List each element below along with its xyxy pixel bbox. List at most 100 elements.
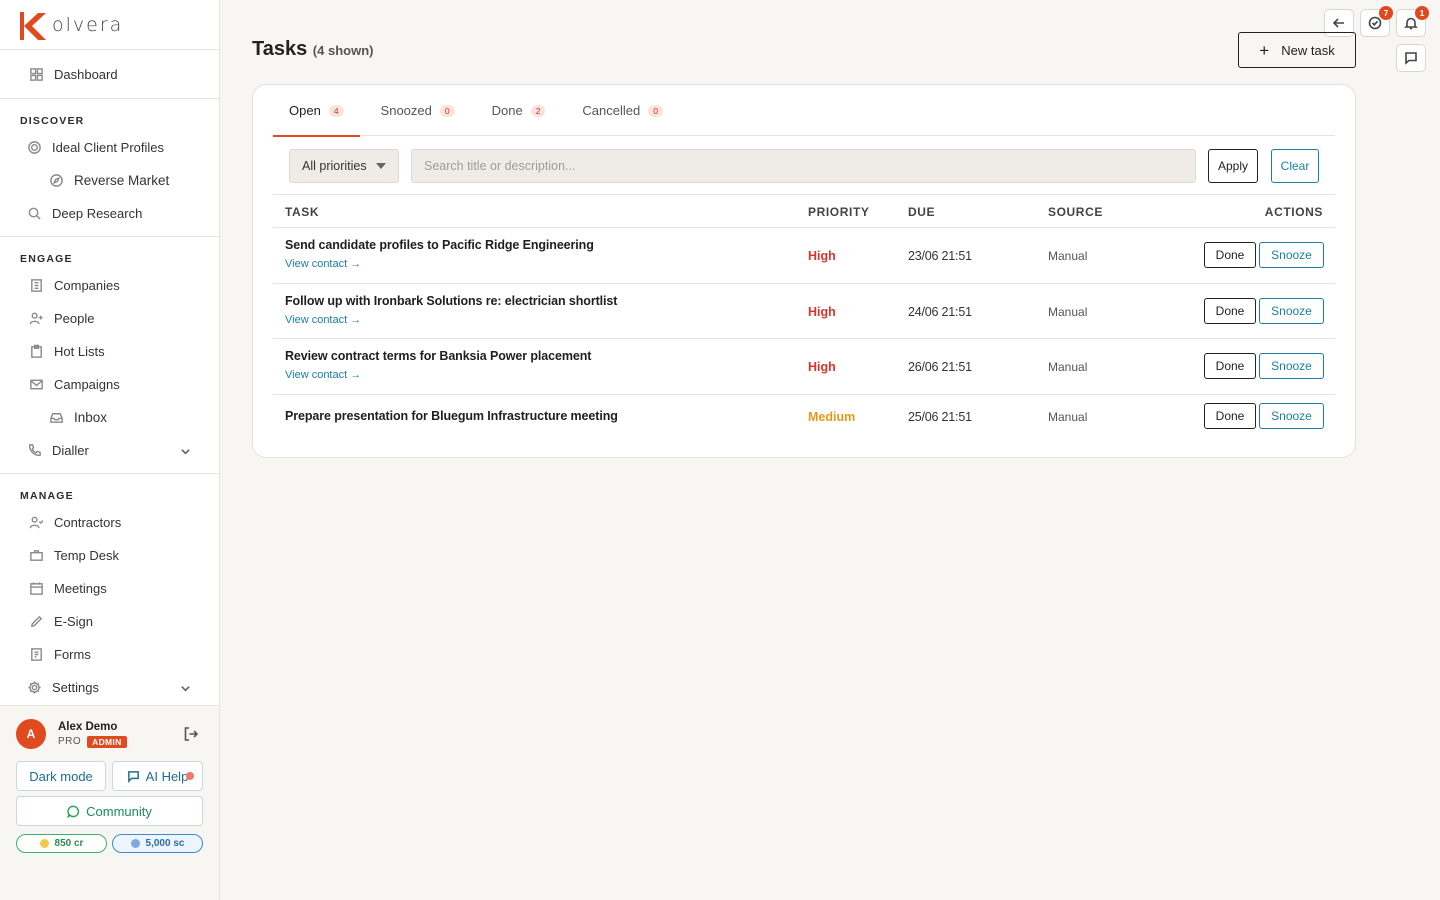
task-title[interactable]: Follow up with Ironbark Solutions re: el… [285,294,617,308]
priority-value: High [808,304,836,319]
sidebar-item-label: People [54,311,95,326]
sidebar-item-label: Temp Desk [54,548,120,563]
snooze-button[interactable]: Snooze [1259,353,1324,379]
check-circle-icon [1368,16,1382,30]
search-icon [26,206,42,222]
sidebar-item-people[interactable]: People [0,302,219,335]
sidebar-item-dialler[interactable]: Dialler [0,434,219,467]
sidebar-item-e-sign[interactable]: E-Sign [0,605,219,638]
view-contact-link[interactable]: View contact → [285,314,617,326]
done-button[interactable]: Done [1204,402,1256,429]
tab-open[interactable]: Open 4 [273,85,360,137]
plus-icon: + [1259,40,1270,60]
tab-cancelled[interactable]: Cancelled 0 [582,85,679,136]
sidebar-item-forms[interactable]: Forms [0,638,219,671]
avatar[interactable]: A [16,719,46,749]
dark-mode-button[interactable]: Dark mode [16,761,106,791]
snooze-button[interactable]: Snooze [1259,242,1324,268]
user-plus-icon [28,311,44,327]
sidebar-item-hot-lists[interactable]: Hot Lists [0,335,219,368]
task-title[interactable]: Send candidate profiles to Pacific Ridge… [285,238,594,252]
tab-done[interactable]: Done 2 [492,85,562,136]
sidebar-item-label: Reverse Market [74,173,170,188]
logo-mark-icon [20,10,50,40]
priority-select[interactable]: All priorities [289,149,399,183]
community-button[interactable]: Community [16,796,203,826]
sidebar-item-meetings[interactable]: Meetings [0,572,219,605]
tasks-badge: 7 [1379,6,1393,20]
sidebar-item-settings[interactable]: Settings [0,671,219,704]
inbox-icon [48,410,64,426]
done-button[interactable]: Done [1204,353,1256,379]
tab-label: Snoozed [380,103,432,118]
tasks-table: TASK PRIORITY DUE SOURCE ACTIONS Send ca… [273,194,1335,439]
search-input[interactable] [411,149,1196,183]
apply-button[interactable]: Apply [1208,149,1258,183]
sidebar-item-inbox[interactable]: Inbox [0,401,219,434]
header-task[interactable]: TASK [285,205,319,219]
done-button[interactable]: Done [1204,297,1256,324]
header-priority[interactable]: PRIORITY [808,205,869,219]
sidebar-item-ideal-client-profiles[interactable]: Ideal Client Profiles [0,131,219,164]
page-header: Tasks (4 shown) + New task [252,32,1356,68]
sidebar-item-label: Hot Lists [54,344,105,359]
view-contact-link[interactable]: View contact → [285,258,594,270]
tab-snoozed[interactable]: Snoozed 0 [381,85,471,136]
tasks-button[interactable]: 7 [1360,6,1393,37]
section-title-engage: ENGAGE [20,253,73,265]
brand-name: olvera [52,13,124,36]
sidebar-item-companies[interactable]: Companies [0,269,219,302]
grid-icon [28,67,44,83]
task-title[interactable]: Review contract terms for Banksia Power … [285,349,591,363]
notifications-button[interactable]: 1 [1396,6,1429,37]
building-icon [28,278,44,294]
page-subtitle: (4 shown) [312,43,374,58]
user-check-icon [28,515,44,531]
logo[interactable]: olvera [0,0,219,50]
credits-value: 850 cr [54,838,84,849]
credits-badge[interactable]: 850 cr [16,834,107,853]
header-actions: ACTIONS [1264,205,1323,219]
chevron-down-icon[interactable] [180,445,191,460]
caret-down-icon [376,163,386,169]
new-task-button[interactable]: + New task [1238,32,1356,68]
mail-icon [28,377,44,393]
whatsapp-icon [67,805,80,818]
messages-button[interactable] [1396,44,1426,72]
priority-value: High [808,249,836,263]
snooze-button[interactable]: Snooze [1259,297,1324,324]
sidebar-item-campaigns[interactable]: Campaigns [0,368,219,401]
table-row: Send candidate profiles to Pacific Ridge… [273,228,1335,284]
view-contact-link[interactable]: View contact → [285,369,591,381]
ai-help-button[interactable]: AI Help [112,761,203,791]
source-value: Manual [1048,360,1088,374]
notification-dot [186,772,194,780]
task-title[interactable]: Prepare presentation for Bluegum Infrast… [285,409,618,423]
sidebar-item-contractors[interactable]: Contractors [0,506,219,539]
logout-icon[interactable] [183,726,199,747]
target-icon [26,140,42,156]
chevron-down-icon[interactable] [180,682,191,697]
sidebar-item-dashboard[interactable]: Dashboard [0,58,219,91]
done-button[interactable]: Done [1204,242,1256,268]
sidebar-item-deep-research[interactable]: Deep Research [0,197,219,230]
sidebar-item-label: Campaigns [54,377,120,392]
snooze-button[interactable]: Snooze [1259,402,1324,429]
tasks-card: Open 4 Snoozed 0 Done 2 Cancelled 0 All … [252,84,1356,458]
sidebar-item-label: Ideal Client Profiles [52,140,164,155]
clear-button[interactable]: Clear [1271,149,1319,183]
due-value: 24/06 21:51 [908,304,972,319]
due-value: 23/06 21:51 [908,249,972,263]
header-due[interactable]: DUE [908,205,935,219]
sidebar-item-label: Companies [54,278,120,293]
header-source[interactable]: SOURCE [1048,205,1103,219]
sidebar-item-label: Meetings [54,581,107,596]
sidebar-item-label: Settings [52,680,99,695]
sc-badge[interactable]: 5,000 sc [112,834,203,853]
source-value: Manual [1048,304,1088,319]
tab-label: Done [491,103,523,118]
sidebar-item-reverse-market[interactable]: Reverse Market [0,164,219,197]
sidebar-item-temp-desk[interactable]: Temp Desk [0,539,219,572]
sidebar-item-label: Dashboard [54,67,118,82]
ai-help-label: AI Help [145,768,189,784]
